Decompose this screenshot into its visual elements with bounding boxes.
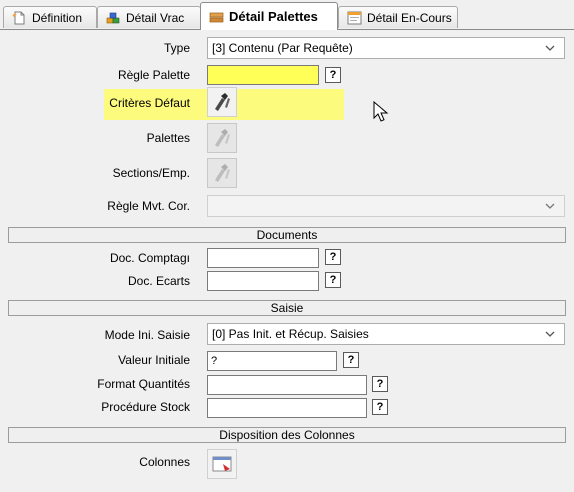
palettes-button[interactable] xyxy=(207,123,237,153)
doc-ecarts-label: Doc. Ecarts xyxy=(127,274,190,288)
tab-detail-palettes[interactable]: Détail Palettes xyxy=(200,2,338,30)
tools-icon xyxy=(215,129,230,147)
regle-palette-input[interactable] xyxy=(207,65,319,85)
doc-comptage-help-button[interactable]: ? xyxy=(325,249,341,265)
bricks-icon xyxy=(106,11,121,25)
saisie-section-header: Saisie xyxy=(8,300,566,316)
format-quantites-label: Format Quantités xyxy=(97,377,190,391)
valeur-initiale-label: Valeur Initiale xyxy=(118,353,190,367)
tab-detail-en-cours[interactable]: Détail En-Cours xyxy=(338,6,458,28)
detail-palettes-panel: Type [3] Contenu (Par Requête) Règle Pal… xyxy=(0,30,574,492)
palettes-label: Palettes xyxy=(146,131,190,145)
chevron-down-icon xyxy=(545,331,555,337)
regle-palette-label: Règle Palette xyxy=(117,68,190,82)
chevron-down-icon xyxy=(545,45,555,51)
doc-ecarts-input[interactable] xyxy=(207,271,319,291)
tab-label: Détail Vrac xyxy=(126,10,185,25)
regle-palette-help-button[interactable]: ? xyxy=(325,67,341,83)
chevron-down-icon xyxy=(545,203,555,209)
sections-emp-label: Sections/Emp. xyxy=(112,166,190,180)
mode-ini-saisie-value: [0] Pas Init. et Récup. Saisies xyxy=(212,327,369,341)
mode-ini-saisie-select[interactable]: [0] Pas Init. et Récup. Saisies xyxy=(207,323,565,345)
table-columns-icon xyxy=(212,456,232,472)
tab-definition[interactable]: Définition xyxy=(3,6,97,28)
procedure-stock-label: Procédure Stock xyxy=(101,400,190,414)
window-icon xyxy=(347,11,362,25)
type-label: Type xyxy=(163,41,190,55)
format-quantites-input[interactable] xyxy=(207,375,367,395)
procedure-stock-input[interactable] xyxy=(207,398,367,418)
format-quantites-help-button[interactable]: ? xyxy=(372,376,388,392)
regle-mvt-cor-select[interactable] xyxy=(207,195,565,217)
tab-bar: Définition Détail Vrac Détail Palettes D… xyxy=(0,0,574,30)
doc-ecarts-help-button[interactable]: ? xyxy=(325,272,341,288)
tab-label: Détail En-Cours xyxy=(367,10,452,25)
doc-comptage-label: Doc. Comptagı xyxy=(109,251,190,265)
page-icon xyxy=(12,11,27,25)
valeur-initiale-help-button[interactable]: ? xyxy=(343,352,359,368)
criteres-defaut-button[interactable] xyxy=(207,87,237,117)
valeur-initiale-input[interactable]: ? xyxy=(207,351,337,371)
documents-section-header: Documents xyxy=(8,227,566,243)
procedure-stock-help-button[interactable]: ? xyxy=(372,399,388,415)
tools-icon xyxy=(215,164,230,182)
tab-detail-vrac[interactable]: Détail Vrac xyxy=(97,6,201,28)
mouse-cursor-icon xyxy=(373,101,389,122)
tab-label: Définition xyxy=(32,10,83,25)
colonnes-label: Colonnes xyxy=(139,455,190,469)
doc-comptage-input[interactable] xyxy=(207,248,319,268)
regle-mvt-cor-label: Règle Mvt. Cor. xyxy=(107,199,190,213)
sections-emp-button[interactable] xyxy=(207,158,237,188)
tab-label: Détail Palettes xyxy=(229,9,318,24)
disposition-section-header: Disposition des Colonnes xyxy=(8,427,566,443)
tools-icon xyxy=(215,93,230,111)
type-value: [3] Contenu (Par Requête) xyxy=(212,41,353,55)
mode-ini-saisie-label: Mode Ini. Saisie xyxy=(104,328,190,342)
criteres-defaut-label: Critères Défaut xyxy=(109,96,190,110)
type-select[interactable]: [3] Contenu (Par Requête) xyxy=(207,37,565,59)
colonnes-button[interactable] xyxy=(207,449,237,479)
pallet-icon xyxy=(209,10,224,24)
